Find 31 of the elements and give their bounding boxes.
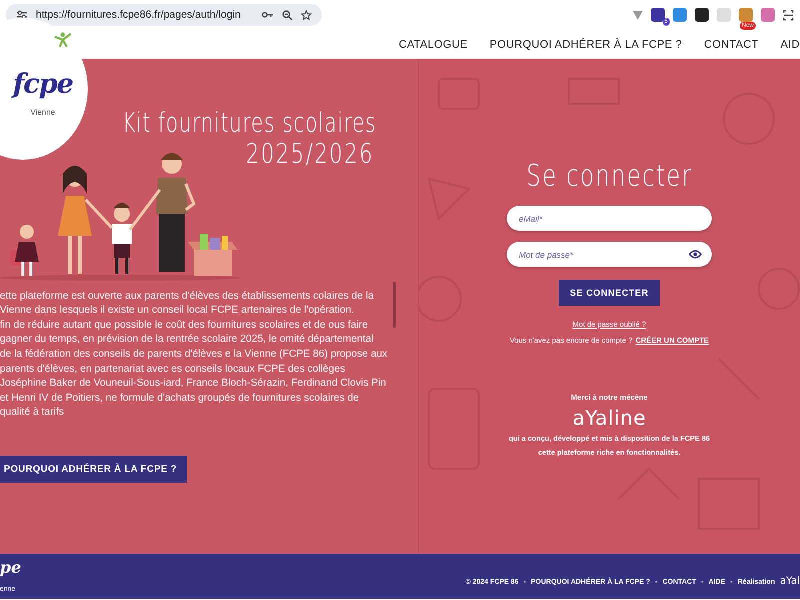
- zoom-icon[interactable]: [282, 10, 292, 20]
- address-bar[interactable]: https://fournitures.fcpe86.fr/pages/auth/login: [6, 4, 322, 26]
- email-field[interactable]: eMail*: [507, 206, 712, 231]
- scrollbar-thumb: [393, 282, 396, 328]
- person-figure-icon: [53, 32, 73, 48]
- extension-icon[interactable]: [695, 8, 709, 22]
- funnel-icon[interactable]: [633, 10, 643, 20]
- logo-text[interactable]: fcpe: [12, 69, 74, 100]
- intro-paragraph: ette plateforme est ouverte aux parents d'élèves des établissements colaires de la Vienne dans lesquels il existe un conseil local FCPE artenaires de l'opération.: [0, 290, 376, 318]
- login-title: Se connecter: [526, 159, 693, 194]
- region-label: Vienne: [30, 108, 56, 117]
- url-text: https://fournitures.fcpe86.fr/pages/auth/login: [36, 9, 241, 21]
- star-icon[interactable]: [300, 10, 312, 20]
- hero-title: Kit fournitures scolaires: [121, 109, 378, 139]
- password-field[interactable]: Mot de passe*: [507, 242, 712, 267]
- eye-icon[interactable]: [689, 250, 702, 259]
- extension-icon[interactable]: [651, 8, 665, 22]
- credit-logo[interactable]: aYal: [780, 576, 800, 587]
- nav-link[interactable]: AID: [780, 38, 800, 50]
- nav-link[interactable]: POURQUOI ADHÉRER À LA FCPE ?: [490, 38, 682, 50]
- nav-link[interactable]: CATALOGUE: [398, 38, 468, 50]
- screenshot-icon[interactable]: [783, 10, 794, 20]
- footer-logo-text[interactable]: pe: [0, 560, 22, 576]
- login-button[interactable]: SE CONNECTER: [559, 280, 660, 306]
- nav-link[interactable]: CONTACT: [704, 38, 759, 50]
- key-icon[interactable]: [262, 10, 274, 20]
- intro-paragraph: fin de réduire autant que possible le coût des fournitures scolaires et de ous faire gagner du temps, en prévision de la rentrée scolaire 2025, le omité départemental de la fédération des conseils de parents d'élèves e la Vienne (FCPE 86) propose aux parents d'élèves, en partenariat avec es conseils locaux FCPE des collèges Joséphine Baker de Vouneuil-Sous-iard, France Bloch-Sérazin, Ferdinand Clovis Pin et Henri IV de Poitiers, ne formule d'achats groupés de fournitures scolaires de qualité à tarifs: [0, 318, 388, 420]
- site-settings-icon[interactable]: [16, 10, 28, 20]
- hero-year: 2025/2026: [244, 138, 376, 170]
- sponsor-logo[interactable]: aYaline: [572, 406, 646, 430]
- why-join-button[interactable]: POURQUOI ADHÉRER À LA FCPE ?: [0, 456, 188, 483]
